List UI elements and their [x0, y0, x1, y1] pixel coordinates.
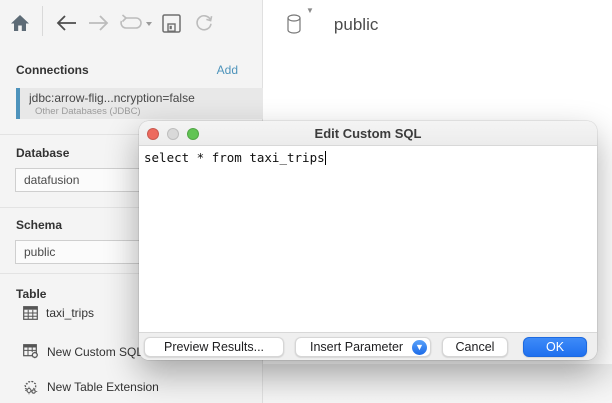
table-grid-icon	[23, 306, 38, 320]
home-icon[interactable]	[9, 12, 31, 34]
table-item-taxi-trips[interactable]: taxi_trips	[23, 306, 94, 320]
table-item-label: New Table Extension	[47, 380, 159, 394]
new-custom-sql-item[interactable]: New Custom SQL	[23, 344, 143, 359]
dialog-title: Edit Custom SQL	[139, 121, 597, 146]
chevron-down-icon: ▼	[306, 6, 314, 15]
insert-parameter-label: Insert Parameter	[310, 340, 403, 354]
new-table-extension-item[interactable]: New Table Extension	[23, 379, 159, 395]
dialog-footer: Preview Results... Insert Parameter ▼ Ca…	[139, 332, 597, 360]
schema-value: public	[24, 245, 55, 259]
data-grid-area	[263, 364, 612, 403]
forward-icon[interactable]	[88, 12, 110, 34]
insert-parameter-button[interactable]: Insert Parameter ▼	[295, 337, 431, 357]
dialog-titlebar[interactable]: Edit Custom SQL	[139, 121, 597, 146]
undo-dropdown-icon[interactable]	[118, 12, 152, 34]
ok-button[interactable]: OK	[523, 337, 587, 357]
save-icon[interactable]	[160, 12, 182, 34]
chevron-down-icon: ▼	[412, 340, 427, 355]
database-value: datafusion	[24, 173, 79, 187]
toolbar	[0, 0, 263, 55]
edit-custom-sql-dialog: Edit Custom SQL select * from taxi_trips…	[139, 121, 597, 360]
preview-results-button[interactable]: Preview Results...	[144, 337, 284, 357]
sql-text: select * from taxi_trips	[144, 150, 325, 165]
text-cursor	[325, 151, 326, 165]
cancel-button[interactable]: Cancel	[442, 337, 508, 357]
database-cylinder-icon[interactable]: ▼	[287, 14, 314, 35]
extension-gears-icon	[23, 379, 39, 395]
table-label: Table	[16, 287, 46, 301]
table-item-label: New Custom SQL	[47, 345, 143, 359]
connection-type: Other Databases (JDBC)	[29, 106, 263, 117]
page-title: public	[334, 15, 378, 35]
back-icon[interactable]	[55, 12, 77, 34]
table-item-label: taxi_trips	[46, 306, 94, 320]
connection-name: jdbc:arrow-flig...ncryption=false	[29, 91, 263, 105]
datasource-header: ▼ public	[287, 14, 378, 35]
refresh-icon[interactable]	[193, 12, 215, 34]
add-connection-link[interactable]: Add	[217, 63, 238, 77]
table-gear-icon	[23, 344, 39, 359]
sql-editor[interactable]: select * from taxi_trips	[139, 147, 597, 332]
schema-label: Schema	[16, 218, 62, 232]
connection-item[interactable]: jdbc:arrow-flig...ncryption=false Other …	[16, 88, 263, 119]
connections-header: Connections	[16, 63, 89, 77]
toolbar-divider	[42, 6, 43, 36]
database-label: Database	[16, 146, 69, 160]
